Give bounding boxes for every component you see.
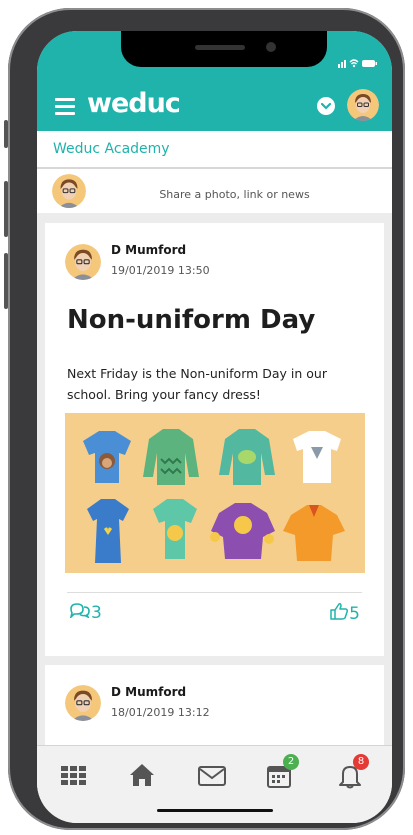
volume-down-button [4, 253, 8, 309]
notch [121, 31, 327, 67]
mail-icon[interactable] [197, 760, 227, 790]
thumbs-up-icon [329, 602, 349, 625]
home-icon[interactable] [127, 760, 157, 790]
apps-grid-icon[interactable] [59, 760, 89, 790]
school-name: Weduc Academy [53, 141, 170, 157]
home-indicator [157, 809, 273, 812]
likes-button[interactable]: 5 [329, 602, 360, 625]
hamburger-menu-icon[interactable] [55, 98, 75, 115]
comment-icon [69, 602, 91, 623]
post-divider [67, 592, 362, 593]
comments-button[interactable]: 3 [69, 602, 102, 623]
post-date: 18/01/2019 13:12 [111, 706, 210, 719]
phone-frame: weduc Weduc Academy Share a photo, link … [4, 8, 405, 830]
school-selector[interactable]: Weduc Academy [37, 131, 392, 169]
calendar-badge: 2 [283, 754, 299, 770]
post-author[interactable]: D Mumford [111, 685, 186, 699]
speaker [195, 45, 245, 50]
like-count: 5 [349, 603, 360, 624]
calendar-tab[interactable]: 2 [265, 754, 299, 790]
composer[interactable]: Share a photo, link or news [37, 169, 392, 213]
post-body: Next Friday is the Non-uniform Day in ou… [67, 366, 327, 402]
side-button [4, 120, 8, 148]
volume-up-button [4, 181, 8, 237]
user-avatar[interactable] [347, 89, 379, 121]
screen: weduc Weduc Academy Share a photo, link … [37, 31, 392, 823]
composer-placeholder[interactable]: Share a photo, link or news [37, 188, 392, 201]
status-icons [338, 54, 378, 68]
post-title: Non-uniform Day [67, 305, 316, 335]
post-card: D Mumford 19/01/2019 13:50 Non-uniform D… [45, 223, 384, 656]
notifications-badge: 8 [353, 754, 369, 770]
post-author[interactable]: D Mumford [111, 243, 186, 257]
notifications-tab[interactable]: 8 [335, 754, 369, 790]
post-date: 19/01/2019 13:50 [111, 264, 210, 277]
comment-count: 3 [91, 602, 102, 623]
author-avatar[interactable] [65, 685, 101, 721]
app-logo: weduc [87, 88, 181, 119]
clothing-illustration[interactable] [65, 413, 365, 573]
author-avatar[interactable] [65, 244, 101, 280]
chevron-down-icon[interactable] [317, 97, 335, 115]
camera [266, 42, 276, 52]
